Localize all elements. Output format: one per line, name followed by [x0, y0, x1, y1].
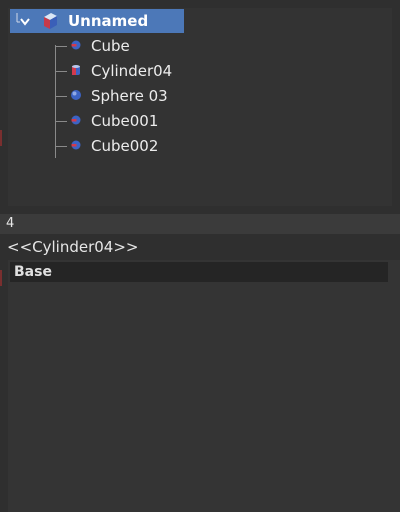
tree-item-sphere-03[interactable]: Sphere 03 [55, 85, 255, 107]
left-edge-accent [0, 130, 2, 146]
selected-object-name: <<Cylinder04>> [7, 238, 139, 256]
property-panel[interactable]: Base [8, 260, 400, 512]
tree-branch-line [55, 46, 67, 47]
cylinder-icon [72, 65, 80, 75]
tree-item-label: Cube001 [91, 112, 159, 130]
app-root: Unnamed Cube Cylinder04 Sphere 03 Cube00… [0, 0, 400, 512]
sphere-icon [71, 90, 81, 100]
chevron-down-icon[interactable] [16, 13, 32, 29]
tree-item-label: Cube002 [91, 137, 159, 155]
tree-item-cube002[interactable]: Cube002 [55, 135, 255, 157]
tree-item-cube001[interactable]: Cube001 [55, 110, 255, 132]
tree-branch-line [55, 146, 67, 147]
selected-object-header: <<Cylinder04>> [0, 234, 400, 260]
property-group-base[interactable]: Base [10, 262, 388, 282]
model-tree-panel[interactable]: Unnamed Cube Cylinder04 Sphere 03 Cube00… [8, 8, 392, 206]
tree-root-document[interactable]: Unnamed [10, 9, 184, 33]
document-icon [44, 13, 57, 29]
tree-item-cube[interactable]: Cube [55, 35, 255, 57]
tree-item-cylinder04[interactable]: Cylinder04 [55, 60, 255, 82]
panel-splitter[interactable]: 4 [0, 214, 400, 234]
tree-branch-line [55, 71, 67, 72]
tree-branch-line [55, 121, 67, 122]
cube-icon [71, 40, 81, 50]
tree-item-label: Sphere 03 [91, 87, 168, 105]
tree-root-label: Unnamed [68, 12, 149, 30]
cube-icon [71, 115, 81, 125]
left-edge-accent [0, 270, 2, 286]
property-group-label: Base [14, 264, 52, 280]
cube-icon [71, 140, 81, 150]
tree-item-label: Cube [91, 37, 130, 55]
splitter-label: 4 [6, 216, 15, 231]
tree-item-label: Cylinder04 [91, 62, 173, 80]
tree-branch-line [55, 96, 67, 97]
